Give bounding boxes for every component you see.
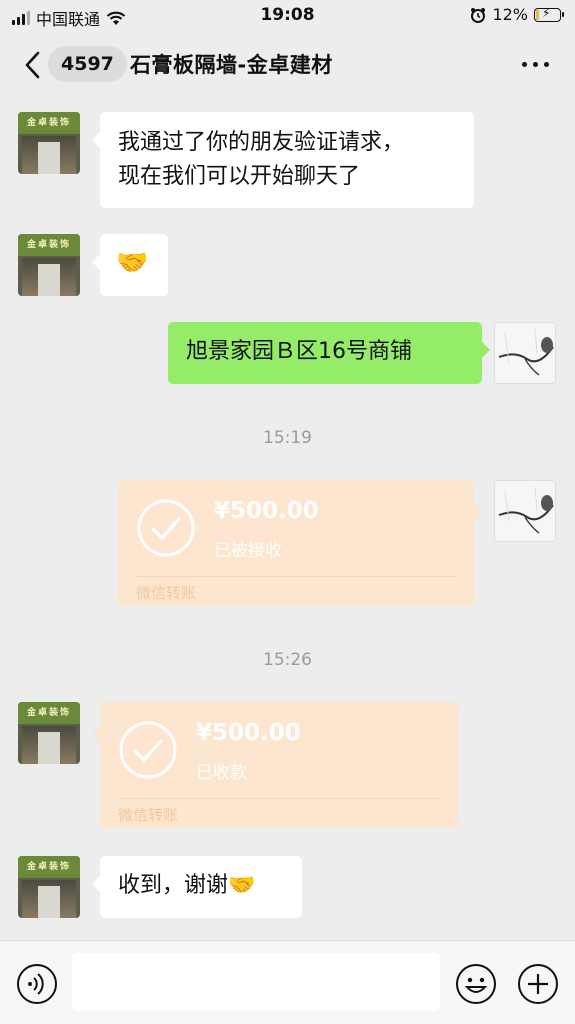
voice-input-icon[interactable] (16, 963, 58, 1005)
timestamp: 15:19 (263, 428, 312, 448)
battery-icon: ⚡ (534, 6, 564, 22)
timestamp: 15:26 (263, 650, 312, 670)
contact-avatar[interactable]: 金卓装饰 (18, 112, 80, 174)
status-right: 12% ⚡ (470, 5, 564, 24)
message-text: 旭景家园Ｂ区16号商铺 (186, 339, 412, 364)
transfer-status: 已被接收 (214, 541, 282, 561)
message-text: 现在我们可以开始聊天了 (118, 164, 361, 189)
transfer-card-received[interactable]: ¥500.00 已收款 微信转账 (92, 702, 458, 828)
handshake-emoji: 🤝 (116, 248, 149, 278)
battery-percent: 12% (492, 5, 528, 24)
my-avatar[interactable] (494, 322, 556, 384)
unread-count-badge[interactable]: 4597 (48, 46, 127, 82)
message-bubble-contact[interactable]: 我通过了你的朋友验证请求， 现在我们可以开始聊天了 (92, 112, 474, 208)
message-bubble-me[interactable]: 旭景家园Ｂ区16号商铺 (168, 322, 490, 384)
check-circle-icon (137, 499, 195, 557)
branch-image (498, 328, 554, 376)
message-text: 收到，谢谢🤝 (118, 873, 256, 898)
message-bubble-contact[interactable]: 🤝 (92, 234, 168, 296)
transfer-amount: ¥500.00 (214, 498, 319, 524)
my-avatar[interactable] (494, 480, 556, 542)
status-bar: 中国联通 19:08 12% ⚡ (0, 0, 575, 32)
back-chevron-icon[interactable] (22, 50, 44, 80)
transfer-status: 已收款 (196, 763, 247, 783)
divider (136, 576, 456, 577)
message-bubble-contact[interactable]: 收到，谢谢🤝 (92, 856, 302, 918)
chat-title: 石膏板隔墙-金卓建材 (130, 53, 333, 77)
contact-avatar[interactable]: 金卓装饰 (18, 702, 80, 764)
transfer-card-sent[interactable]: ¥500.00 已被接收 微信转账 (118, 480, 482, 606)
divider (118, 798, 440, 799)
message-text: 我通过了你的朋友验证请求， (118, 130, 405, 155)
transfer-label: 微信转账 (118, 806, 179, 824)
alarm-icon (471, 7, 486, 23)
transfer-amount: ¥500.00 (196, 720, 301, 746)
chat-header: 4597 石膏板隔墙-金卓建材 (0, 32, 575, 98)
transfer-label: 微信转账 (136, 584, 197, 602)
branch-image (498, 486, 554, 534)
contact-avatar[interactable]: 金卓装饰 (18, 856, 80, 918)
contact-avatar[interactable]: 金卓装饰 (18, 234, 80, 296)
check-circle-icon (119, 721, 177, 779)
more-options-icon[interactable] (522, 62, 549, 67)
emoji-picker-icon[interactable] (455, 963, 497, 1005)
input-bar (0, 940, 575, 1024)
message-input[interactable] (72, 953, 440, 1011)
more-actions-plus-icon[interactable] (517, 963, 559, 1005)
